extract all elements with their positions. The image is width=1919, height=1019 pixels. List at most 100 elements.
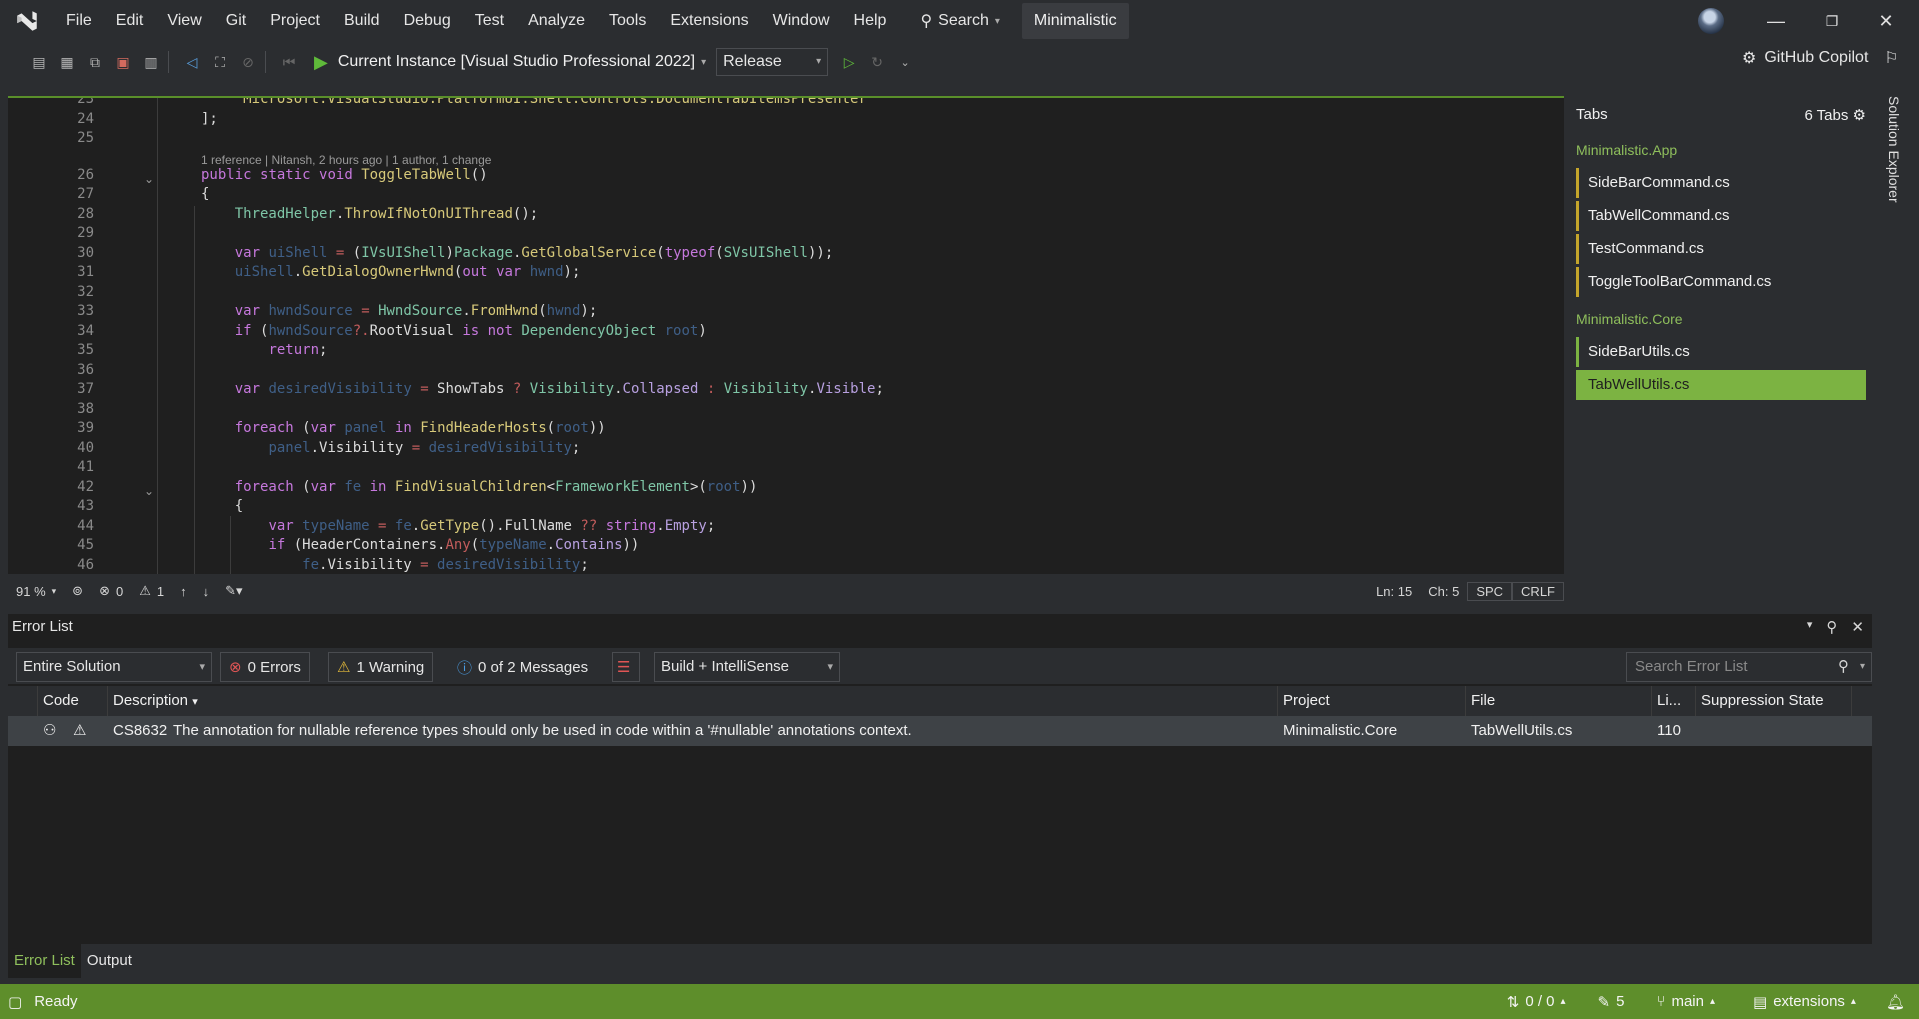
pin-icon[interactable]: ⚲: [1826, 618, 1837, 636]
copilot-fix-icon[interactable]: ⚇: [38, 716, 68, 746]
warnings-filter-button[interactable]: ⚠ 1 Warning: [328, 652, 434, 682]
tab-item[interactable]: TestCommand.cs: [1576, 234, 1866, 264]
col-suppression-header[interactable]: Suppression State: [1696, 686, 1852, 716]
new-project-icon[interactable]: ▤: [28, 51, 50, 73]
code-line[interactable]: 35 return;: [8, 341, 1564, 361]
menu-item-edit[interactable]: Edit: [104, 6, 156, 36]
code-line[interactable]: 46 fe.Visibility = desiredVisibility;: [8, 556, 1564, 575]
code-line[interactable]: 25: [8, 129, 1564, 149]
row-code[interactable]: CS8632: [108, 716, 167, 746]
add-item-icon[interactable]: ⧉: [84, 51, 106, 73]
code-line[interactable]: 30 var uiShell = (IVsUIShell)Package.Get…: [8, 244, 1564, 264]
code-line[interactable]: 34 if (hwndSource?.RootVisual is not Dep…: [8, 322, 1564, 342]
build-filter-select[interactable]: Build + IntelliSense: [654, 652, 840, 682]
visual-studio-logo-icon[interactable]: [14, 8, 40, 34]
code-line[interactable]: 23 "Microsoft.VisualStudio.PlatformUI.Sh…: [8, 96, 1564, 110]
git-sync[interactable]: ⇅ 0 / 0 ▴: [1507, 993, 1566, 1011]
start-debugging-play-icon[interactable]: ▶: [314, 52, 328, 73]
code-line[interactable]: 42 foreach (var fe in FindVisualChildren…: [8, 478, 1564, 498]
previous-issue-icon[interactable]: ↑: [172, 584, 195, 599]
menu-item-window[interactable]: Window: [761, 6, 842, 36]
fold-chevron-icon[interactable]: ⌄: [144, 484, 154, 498]
feedback-icon[interactable]: ⚐: [1884, 48, 1898, 68]
close-button[interactable]: ✕: [1862, 0, 1910, 42]
chevron-down-icon[interactable]: ▾: [1807, 618, 1813, 636]
save-icon[interactable]: ▥: [140, 51, 162, 73]
health-icon[interactable]: ⊚: [64, 583, 91, 599]
line-ending-indicator[interactable]: CRLF: [1512, 581, 1564, 601]
code-line[interactable]: 41: [8, 458, 1564, 478]
code-line[interactable]: 36: [8, 361, 1564, 381]
notifications-icon[interactable]: ▢: [8, 993, 22, 1011]
menu-item-extensions[interactable]: Extensions: [658, 6, 760, 36]
menu-item-analyze[interactable]: Analyze: [516, 6, 597, 36]
pending-changes[interactable]: ✎ 5: [1598, 993, 1625, 1011]
github-copilot-button[interactable]: ⚙ GitHub Copilot ⚐: [1742, 48, 1899, 68]
git-repo[interactable]: ▤ extensions ▴: [1753, 993, 1856, 1011]
char-indicator[interactable]: Ch: 5: [1420, 584, 1467, 599]
table-row[interactable]: ⚇ ⚠ CS8632 The annotation for nullable r…: [8, 716, 1872, 746]
next-issue-icon[interactable]: ↓: [195, 584, 218, 599]
code-line[interactable]: 27 {: [8, 185, 1564, 205]
menu-item-build[interactable]: Build: [332, 6, 392, 36]
filter-toggle-button[interactable]: ☰: [612, 652, 640, 682]
code-line[interactable]: 44 var typeName = fe.GetType().FullName …: [8, 517, 1564, 537]
debug-target[interactable]: Current Instance [Visual Studio Professi…: [338, 53, 695, 71]
scope-select[interactable]: Entire Solution: [16, 652, 212, 682]
code-line[interactable]: 31 uiShell.GetDialogOwnerHwnd(out var hw…: [8, 263, 1564, 283]
code-line[interactable]: 29: [8, 224, 1564, 244]
menu-item-debug[interactable]: Debug: [392, 6, 463, 36]
menu-item-git[interactable]: Git: [214, 6, 258, 36]
line-indicator[interactable]: Ln: 15: [1368, 584, 1420, 599]
whitespace-indicator[interactable]: SPC: [1467, 581, 1513, 601]
configuration-select[interactable]: Release ▾: [716, 48, 829, 76]
chevron-down-icon[interactable]: ▾: [701, 57, 706, 68]
menu-item-help[interactable]: Help: [842, 6, 899, 36]
menu-item-view[interactable]: View: [155, 6, 213, 36]
search-error-list-input[interactable]: Search Error List ⚲ ▾: [1626, 652, 1872, 682]
code-cleanup-icon[interactable]: ✎▾: [217, 583, 250, 599]
account-avatar[interactable]: [1698, 8, 1724, 34]
tab-output[interactable]: Output: [81, 944, 138, 978]
code-line[interactable]: 39 foreach (var panel in FindHeaderHosts…: [8, 419, 1564, 439]
bell-icon[interactable]: 🔔︎: [1886, 993, 1905, 1011]
tab-error-list[interactable]: Error List: [8, 944, 81, 978]
minimize-button[interactable]: —: [1752, 0, 1800, 42]
col-description-header[interactable]: Description ▾: [108, 686, 1278, 716]
col-project-header[interactable]: Project: [1278, 686, 1466, 716]
messages-filter-button[interactable]: ⓘ 0 of 2 Messages: [448, 652, 597, 682]
code-editor[interactable]: 23 "Microsoft.VisualStudio.PlatformUI.Sh…: [8, 96, 1564, 574]
git-branch[interactable]: ⑂ main ▴: [1656, 993, 1715, 1010]
codelens[interactable]: 1 reference | Nitansh, 2 hours ago | 1 a…: [201, 153, 491, 167]
start-without-debugging-icon[interactable]: ▷: [838, 51, 860, 73]
menu-item-test[interactable]: Test: [463, 6, 516, 36]
warning-count[interactable]: ⚠ 1: [131, 583, 172, 599]
search-box[interactable]: ⚲ Search ▾: [912, 11, 1007, 31]
menu-item-file[interactable]: File: [54, 6, 104, 36]
error-count[interactable]: ⊗ 0: [91, 583, 131, 599]
tab-item[interactable]: TabWellCommand.cs: [1576, 201, 1866, 231]
code-line[interactable]: 43 {: [8, 497, 1564, 517]
code-line[interactable]: 37 var desiredVisibility = ShowTabs ? Vi…: [8, 380, 1564, 400]
fold-chevron-icon[interactable]: ⌄: [144, 172, 154, 186]
menu-item-project[interactable]: Project: [258, 6, 332, 36]
col-code-header[interactable]: Code: [38, 686, 108, 716]
back-icon[interactable]: ◁: [181, 51, 203, 73]
code-line[interactable]: 38: [8, 400, 1564, 420]
col-file-header[interactable]: File: [1466, 686, 1652, 716]
expand-icon[interactable]: ⛶: [209, 51, 231, 73]
code-line[interactable]: 32: [8, 283, 1564, 303]
col-line-header[interactable]: Li...: [1652, 686, 1696, 716]
close-icon[interactable]: ✕: [1851, 618, 1864, 636]
restore-button[interactable]: ❐: [1808, 0, 1856, 42]
code-line[interactable]: 45 if (HeaderContainers.Any(typeName.Con…: [8, 536, 1564, 556]
errors-filter-button[interactable]: ⊗ 0 Errors: [220, 652, 310, 682]
code-line[interactable]: 26 public static void ToggleTabWell(): [8, 166, 1564, 186]
menu-item-tools[interactable]: Tools: [597, 6, 658, 36]
solution-explorer-tab[interactable]: Solution Explorer: [1880, 96, 1910, 236]
code-line[interactable]: 28 ThreadHelper.ThrowIfNotOnUIThread();: [8, 205, 1564, 225]
zoom-select[interactable]: 91 % ▾: [8, 584, 64, 599]
tab-item[interactable]: ToggleToolBarCommand.cs: [1576, 267, 1866, 297]
code-line[interactable]: 24];: [8, 110, 1564, 130]
code-line[interactable]: 33 var hwndSource = HwndSource.FromHwnd(…: [8, 302, 1564, 322]
